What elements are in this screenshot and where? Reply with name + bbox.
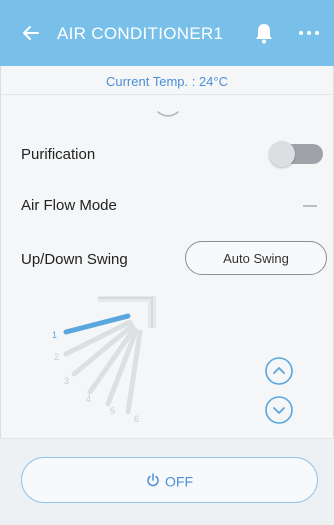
purification-toggle[interactable] <box>269 141 323 167</box>
divider <box>0 94 334 95</box>
purification-label: Purification <box>21 146 96 163</box>
chevron-down-icon[interactable] <box>155 108 181 122</box>
chevron-down-icon <box>273 407 285 414</box>
position-label-6: 6 <box>134 414 139 424</box>
up-down-swing-label: Up/Down Swing <box>21 251 128 268</box>
auto-swing-button[interactable]: Auto Swing <box>185 241 327 275</box>
current-temp: Current Temp. : 24°C <box>105 74 228 89</box>
swing-position-diagram: 1 2 3 4 5 6 <box>52 296 156 424</box>
air-flow-mode-label: Air Flow Mode <box>21 197 117 214</box>
bell-icon[interactable] <box>253 21 275 45</box>
page-title: AIR CONDITIONER1 <box>57 24 224 43</box>
header-bar: AIR CONDITIONER1 <box>0 0 334 66</box>
swing-up-button[interactable] <box>264 356 294 386</box>
position-label-1: 1 <box>52 330 57 340</box>
position-label-2: 2 <box>54 352 59 362</box>
power-off-label: OFF <box>165 473 193 490</box>
position-label-4: 4 <box>86 394 91 404</box>
power-off-button[interactable]: OFF <box>21 457 318 503</box>
power-icon <box>147 473 159 487</box>
more-icon[interactable] <box>296 23 322 43</box>
chevron-up-icon <box>273 367 285 374</box>
position-label-3: 3 <box>64 376 69 386</box>
toggle-knob <box>269 141 295 167</box>
position-label-5: 5 <box>110 406 115 416</box>
back-arrow-icon[interactable] <box>20 22 42 44</box>
swing-down-button[interactable] <box>264 395 294 425</box>
air-flow-mode-value[interactable] <box>303 205 317 207</box>
